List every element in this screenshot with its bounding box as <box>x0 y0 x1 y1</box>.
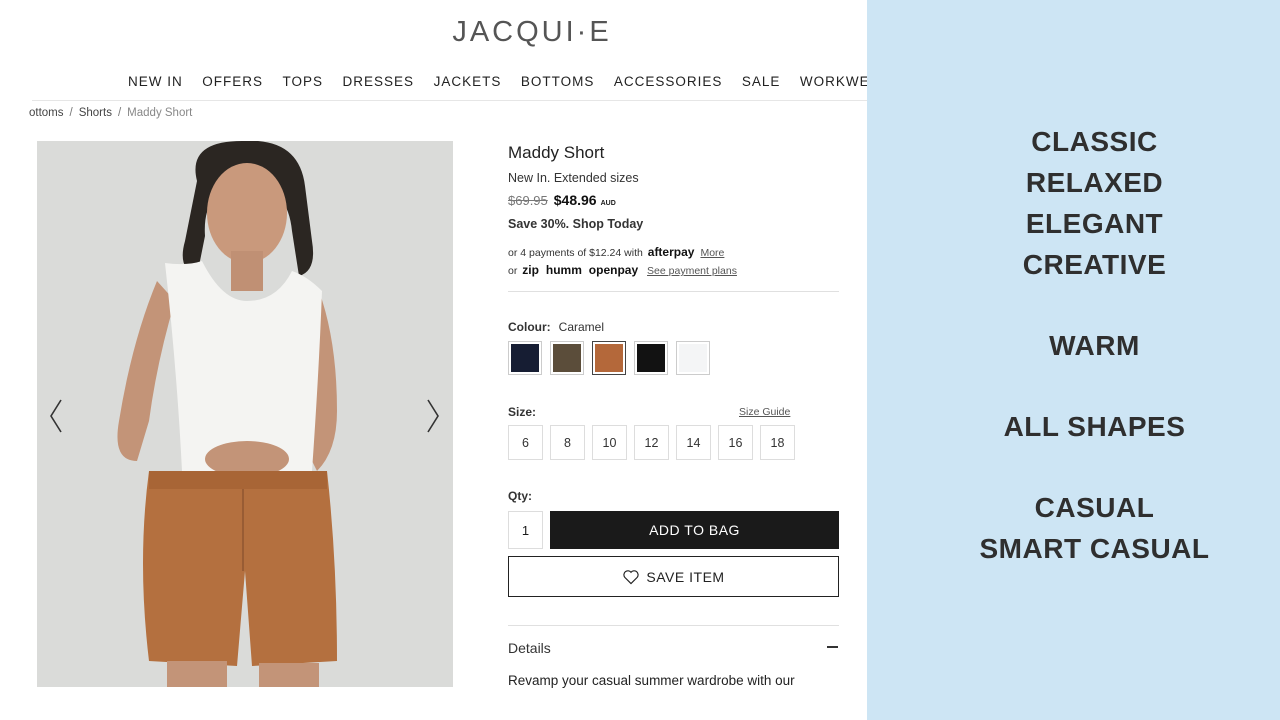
product-image[interactable] <box>37 141 453 687</box>
nav-item-tops[interactable]: TOPS <box>283 74 324 89</box>
add-to-bag-button[interactable]: ADD TO BAG <box>550 511 839 549</box>
save-item-label: SAVE ITEM <box>646 568 725 585</box>
chevron-left-icon <box>50 399 62 433</box>
swatch-fill <box>595 344 623 372</box>
payment-providers-line: or zip humm openpay See payment plans <box>508 263 737 277</box>
product-page: JACQUI·E NEW IN OFFERS TOPS DRESSES JACKETS B… <box>0 0 867 720</box>
size-options: 6 8 10 12 14 16 18 <box>508 425 795 460</box>
save-item-button[interactable]: SAVE ITEM <box>508 556 839 597</box>
size-option[interactable]: 8 <box>550 425 585 460</box>
breadcrumb-separator: / <box>69 107 73 119</box>
size-option[interactable]: 6 <box>508 425 543 460</box>
keyword-creative: CREATIVE <box>1022 249 1167 280</box>
colour-label: Colour: <box>508 320 551 334</box>
breadcrumb-current: Maddy Short <box>127 107 193 119</box>
size-label: Size: <box>508 405 537 419</box>
swatch-fill <box>553 344 581 372</box>
price-block: $69.95 $48.96 AUD <box>508 192 616 208</box>
nav-item-workwear[interactable]: WORKWEAR <box>800 74 867 89</box>
nav-item-new-in[interactable]: NEW IN <box>128 74 183 89</box>
nav-item-jackets[interactable]: JACKETS <box>434 74 502 89</box>
product-title: Maddy Short <box>508 143 605 162</box>
sale-price: $48.96 <box>553 192 597 208</box>
product-description: Revamp your casual summer wardrobe with … <box>508 673 795 688</box>
afterpay-more-link[interactable]: More <box>700 247 724 259</box>
size-option[interactable]: 18 <box>760 425 795 460</box>
nav-item-dresses[interactable]: DRESSES <box>343 74 415 89</box>
image-prev-arrow[interactable] <box>49 398 63 434</box>
nav-item-accessories[interactable]: ACCESSORIES <box>614 74 723 89</box>
main-nav: NEW IN OFFERS TOPS DRESSES JACKETS BOTTOMS ACC… <box>128 74 867 89</box>
colour-label-row: Colour: Caramel <box>508 320 604 334</box>
chevron-right-icon <box>427 399 439 433</box>
colour-swatch[interactable] <box>676 341 710 375</box>
size-option[interactable]: 14 <box>676 425 711 460</box>
keyword-casual: CASUAL <box>1034 492 1155 523</box>
site-logo[interactable]: JACQUI·E <box>0 16 867 49</box>
quantity-input[interactable]: 1 <box>508 511 543 549</box>
keyword-all-shapes: ALL SHAPES <box>1003 411 1186 442</box>
size-option[interactable]: 10 <box>592 425 627 460</box>
openpay-logo: openpay <box>588 263 639 277</box>
keyword-elegant: ELEGANT <box>1025 208 1164 239</box>
keyword-relaxed: RELAXED <box>1025 167 1164 198</box>
info-divider <box>508 291 839 292</box>
afterpay-text: or 4 payments of $12.24 with <box>508 247 643 259</box>
details-divider <box>508 625 839 626</box>
colour-swatch[interactable] <box>634 341 668 375</box>
colour-swatch[interactable] <box>508 341 542 375</box>
nav-item-sale[interactable]: SALE <box>742 74 781 89</box>
collapse-icon[interactable] <box>827 646 838 648</box>
style-keywords-panel: CLASSIC RELAXED ELEGANT CREATIVE WARM AL… <box>867 0 1280 720</box>
keyword-classic: CLASSIC <box>1031 126 1158 157</box>
afterpay-line: or 4 payments of $12.24 with afterpay Mor… <box>508 245 724 259</box>
colour-value: Caramel <box>558 320 605 334</box>
breadcrumb: ottoms / Shorts / Maddy Short <box>29 107 192 119</box>
afterpay-logo: afterpay <box>647 245 695 259</box>
heart-icon <box>623 569 640 584</box>
breadcrumb-separator: / <box>117 107 122 119</box>
swatch-fill <box>637 344 665 372</box>
size-option[interactable]: 16 <box>718 425 753 460</box>
humm-logo: humm <box>545 263 582 277</box>
image-next-arrow[interactable] <box>426 398 440 434</box>
swatch-fill <box>511 344 539 372</box>
nav-item-bottoms[interactable]: BOTTOMS <box>521 74 595 89</box>
payment-plans-link[interactable]: See payment plans <box>647 265 737 277</box>
zip-logo: zip <box>522 263 539 277</box>
qty-label: Qty: <box>508 489 532 503</box>
promo-text: Save 30%. Shop Today <box>508 217 644 231</box>
original-price: $69.95 <box>508 193 548 208</box>
swatch-fill <box>679 344 707 372</box>
nav-divider <box>32 100 867 101</box>
model-illustration <box>37 141 453 687</box>
keyword-warm: WARM <box>1049 330 1140 361</box>
colour-swatch[interactable] <box>592 341 626 375</box>
nav-item-offers[interactable]: OFFERS <box>202 74 263 89</box>
breadcrumb-shorts[interactable]: Shorts <box>79 107 112 119</box>
details-heading[interactable]: Details <box>508 640 551 656</box>
product-subtitle: New In. Extended sizes <box>508 171 639 185</box>
colour-swatches <box>508 341 710 375</box>
keyword-smart-casual: SMART CASUAL <box>979 533 1210 564</box>
size-guide-link[interactable]: Size Guide <box>739 406 790 418</box>
payment-or-text: or <box>508 265 518 277</box>
currency-label: AUD <box>600 200 616 207</box>
colour-swatch[interactable] <box>550 341 584 375</box>
size-option[interactable]: 12 <box>634 425 669 460</box>
breadcrumb-bottoms[interactable]: ottoms <box>29 107 64 119</box>
